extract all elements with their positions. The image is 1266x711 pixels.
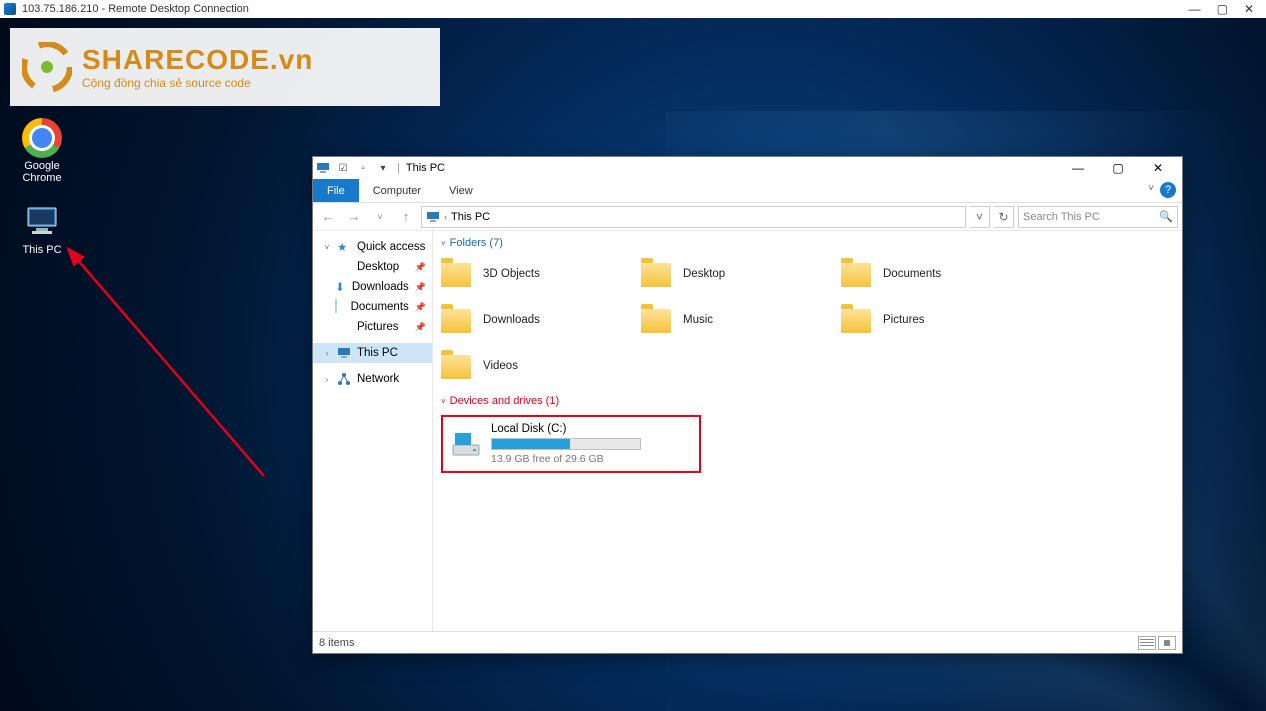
folder-downloads[interactable]: Downloads [441,299,641,341]
qat-new-folder-icon[interactable]: ▫ [355,160,371,176]
drives-group-header[interactable]: ˅ Devices and drives (1) [437,393,1182,411]
drive-name: Local Disk (C:) [491,423,641,435]
nav-item-network[interactable]: › Network [313,369,432,389]
nav-item-downloads[interactable]: ⬇ Downloads 📌 [313,277,432,297]
sharecode-logo-icon [22,42,72,92]
explorer-titlebar[interactable]: ☑ ▫ ▾ | This PC — ▢ ✕ [313,157,1182,179]
desktop-icon-label: This PC [6,244,78,256]
rdc-window-controls: — ▢ ✕ [1189,3,1262,15]
search-placeholder: Search This PC [1023,211,1100,223]
status-bar: 8 items [313,631,1182,653]
explorer-maximize-button[interactable]: ▢ [1098,158,1138,178]
address-bar[interactable]: › This PC [421,206,966,228]
explorer-close-button[interactable]: ✕ [1138,158,1178,178]
rdc-close-button[interactable]: ✕ [1244,3,1254,15]
file-explorer-window: ☑ ▫ ▾ | This PC — ▢ ✕ File Computer View… [312,156,1183,654]
search-input[interactable]: Search This PC 🔍 [1018,206,1178,228]
explorer-title: This PC [406,162,445,174]
nav-item-pictures[interactable]: Pictures 📌 [313,317,432,337]
tab-view[interactable]: View [435,179,487,202]
annotation-arrow [54,236,284,496]
folder-pictures[interactable]: Pictures [841,299,1041,341]
folder-icon [441,303,475,337]
folder-icon [641,257,675,291]
rdc-minimize-button[interactable]: — [1189,3,1201,15]
desktop-icon-label: Google Chrome [6,160,78,184]
rdc-titlebar: 103.75.186.210 - Remote Desktop Connecti… [0,0,1266,18]
ribbon-expand-icon[interactable]: ˅ [1148,183,1154,194]
pc-icon [337,346,351,360]
pin-icon: 📌 [415,262,426,273]
pin-icon: 📌 [415,322,426,333]
nav-item-desktop[interactable]: Desktop 📌 [313,257,432,277]
pin-icon: 📌 [415,302,426,313]
view-details-button[interactable] [1138,636,1156,650]
document-icon [335,299,337,313]
content-pane: ˅ Folders (7) 3D Objects Desktop Documen… [433,231,1182,631]
drive-capacity-text: 13.9 GB free of 29.6 GB [491,453,641,465]
chevron-down-icon: ˅ [441,397,446,406]
quick-access-toolbar: ☑ ▫ ▾ [315,160,391,176]
drive-icon [451,429,481,459]
remote-desktop[interactable]: SHARECODE.vn Cộng đồng chia sẻ source co… [0,18,1266,711]
rdc-maximize-button[interactable]: ▢ [1217,3,1228,15]
drive-local-disk-c[interactable]: Local Disk (C:) 13.9 GB free of 29.6 GB [451,423,691,465]
desktop-icon-thispc[interactable]: This PC [6,202,78,256]
folder-icon [841,303,875,337]
thispc-icon [22,202,62,242]
folder-icon [441,257,475,291]
nav-up-button[interactable]: ↑ [395,206,417,228]
rdc-icon [4,3,16,15]
explorer-minimize-button[interactable]: — [1058,158,1098,178]
drive-capacity-bar [491,438,641,450]
chevron-down-icon: ˅ [441,239,446,248]
nav-quick-access-header[interactable]: ˅ ★ Quick access [313,237,432,257]
annotation-highlight-box: Local Disk (C:) 13.9 GB free of 29.6 GB [441,415,701,473]
folder-music[interactable]: Music [641,299,841,341]
sharecode-watermark: SHARECODE.vn Cộng đồng chia sẻ source co… [10,28,440,106]
rdc-title: 103.75.186.210 - Remote Desktop Connecti… [22,3,249,15]
refresh-button[interactable]: ↻ [994,206,1014,228]
search-icon: 🔍 [1159,210,1173,223]
breadcrumb[interactable]: This PC [451,211,490,223]
nav-forward-button[interactable]: → [343,206,365,228]
tab-file[interactable]: File [313,179,359,202]
watermark-brand: SHARECODE.vn [82,44,313,76]
folder-icon [441,349,475,383]
folder-desktop[interactable]: Desktop [641,253,841,295]
tab-computer[interactable]: Computer [359,179,435,202]
folder-icon [641,303,675,337]
address-dropdown-button[interactable]: ˅ [970,206,990,228]
watermark-tagline: Cộng đồng chia sẻ source code [82,76,313,90]
nav-item-documents[interactable]: Documents 📌 [313,297,432,317]
folder-icon [841,257,875,291]
desktop-icon-chrome[interactable]: Google Chrome [6,118,78,184]
nav-history-dropdown[interactable]: ˅ [369,206,391,228]
chrome-icon [22,118,62,158]
folder-3d-objects[interactable]: 3D Objects [441,253,641,295]
qat-pc-icon [315,160,331,176]
navigation-pane: ˅ ★ Quick access Desktop 📌 ⬇ Downloads 📌… [313,231,433,631]
folder-documents[interactable]: Documents [841,253,1041,295]
download-icon: ⬇ [335,280,346,294]
view-large-icons-button[interactable] [1158,636,1176,650]
address-pc-icon [426,210,440,224]
drive-capacity-fill [492,439,570,449]
star-icon: ★ [337,240,351,254]
nav-back-button[interactable]: ← [317,206,339,228]
help-icon[interactable]: ? [1160,182,1176,198]
nav-item-this-pc[interactable]: › This PC [313,343,432,363]
address-bar-row: ← → ˅ ↑ › This PC ˅ ↻ Search This PC 🔍 [313,203,1182,231]
folder-videos[interactable]: Videos [441,345,641,387]
status-item-count: 8 items [319,637,354,649]
pin-icon: 📌 [415,282,426,293]
folders-group-header[interactable]: ˅ Folders (7) [437,235,1182,253]
ribbon-tabs: File Computer View ˅ ? [313,179,1182,203]
qat-dropdown-icon[interactable]: ▾ [375,160,391,176]
qat-properties-icon[interactable]: ☑ [335,160,351,176]
network-icon [337,372,351,386]
